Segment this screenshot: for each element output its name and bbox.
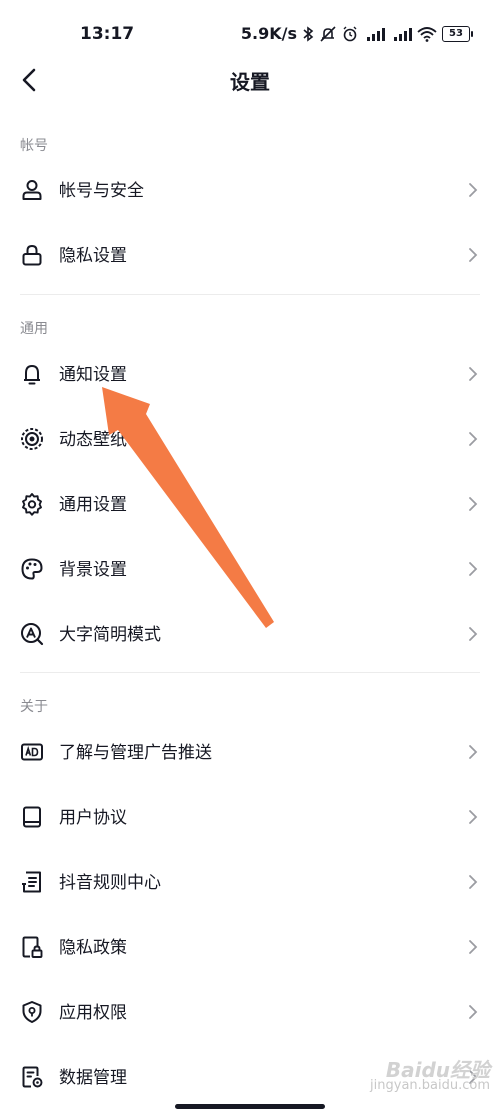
settings-item-label: 背景设置 xyxy=(59,560,127,580)
settings-item-label: 抖音规则中心 xyxy=(59,873,161,893)
settings-item-label: 通知设置 xyxy=(59,365,127,385)
section-label-account: 帐号 xyxy=(20,138,48,154)
settings-item-label: 大字简明模式 xyxy=(59,625,161,645)
settings-item-label: 动态壁纸 xyxy=(59,430,127,450)
network-speed: 5.9K/s xyxy=(240,24,297,43)
home-indicator[interactable] xyxy=(175,1104,325,1109)
settings-item-large-font-mode[interactable]: 大字简明模式 xyxy=(0,602,500,666)
shield-icon xyxy=(22,1001,42,1023)
chevron-right-icon xyxy=(469,810,478,824)
chevron-right-icon xyxy=(469,745,478,759)
privacy-doc-icon xyxy=(22,936,43,958)
section-divider xyxy=(20,294,480,295)
book-icon xyxy=(23,806,41,828)
lock-icon xyxy=(22,244,42,266)
gear-icon xyxy=(22,493,42,516)
settings-item-notifications[interactable]: 通知设置 xyxy=(0,342,500,406)
settings-item-label: 了解与管理广告推送 xyxy=(59,743,212,763)
settings-item-label: 隐私设置 xyxy=(59,246,127,266)
settings-item-rules-center[interactable]: 抖音规则中心 xyxy=(0,850,500,914)
live-wallpaper-icon xyxy=(21,428,43,450)
mute-icon xyxy=(320,25,336,42)
alarm-icon xyxy=(343,26,357,41)
person-icon xyxy=(22,180,42,200)
chevron-right-icon xyxy=(469,1005,478,1019)
settings-item-general-settings[interactable]: 通用设置 xyxy=(0,472,500,536)
settings-item-privacy-policy[interactable]: 隐私政策 xyxy=(0,915,500,979)
settings-item-app-permissions[interactable]: 应用权限 xyxy=(0,980,500,1044)
ad-icon xyxy=(21,743,43,761)
signal-2-icon xyxy=(394,27,412,41)
large-font-icon xyxy=(21,623,44,646)
settings-item-label: 用户协议 xyxy=(59,808,127,828)
section-label-about: 关于 xyxy=(20,699,48,715)
settings-item-label: 帐号与安全 xyxy=(59,181,144,201)
watermark-logo-text: Baidu经验 xyxy=(385,1058,490,1082)
section-label-general: 通用 xyxy=(20,321,48,337)
chevron-right-icon xyxy=(469,183,478,197)
navigation-bar: 设置 xyxy=(0,52,500,108)
settings-item-label: 隐私政策 xyxy=(59,938,127,958)
chevron-right-icon xyxy=(469,562,478,576)
settings-item-live-wallpaper[interactable]: 动态壁纸 xyxy=(0,407,500,471)
chevron-right-icon xyxy=(469,367,478,381)
settings-item-background-settings[interactable]: 背景设置 xyxy=(0,537,500,601)
settings-item-ad-management[interactable]: 了解与管理广告推送 xyxy=(0,720,500,784)
data-manage-icon xyxy=(22,1066,43,1088)
chevron-right-icon xyxy=(469,248,478,262)
page-title: 设置 xyxy=(230,70,270,94)
battery-indicator: 53 xyxy=(442,25,473,42)
watermark-url: jingyan.baidu.com xyxy=(370,1078,490,1093)
section-divider xyxy=(20,672,480,673)
signal-1-icon xyxy=(367,27,385,41)
settings-item-user-agreement[interactable]: 用户协议 xyxy=(0,785,500,849)
settings-item-label: 数据管理 xyxy=(59,1068,127,1088)
document-list-icon xyxy=(22,871,41,893)
chevron-right-icon xyxy=(469,432,478,446)
chevron-right-icon xyxy=(469,497,478,511)
chevron-right-icon xyxy=(469,940,478,954)
palette-icon xyxy=(21,558,43,580)
settings-item-account-security[interactable]: 帐号与安全 xyxy=(0,158,500,222)
wifi-icon xyxy=(417,26,437,42)
settings-item-label: 应用权限 xyxy=(59,1003,127,1023)
settings-item-privacy-settings[interactable]: 隐私设置 xyxy=(0,223,500,287)
status-indicators: 5.9K/s 53 xyxy=(240,24,473,43)
chevron-right-icon xyxy=(469,627,478,641)
status-time: 13:17 xyxy=(80,24,135,44)
bell-icon xyxy=(24,365,40,385)
settings-item-label: 通用设置 xyxy=(59,495,127,515)
bluetooth-icon xyxy=(303,25,314,42)
chevron-right-icon xyxy=(469,875,478,889)
baidu-watermark: Baidu经验 jingyan.baidu.com xyxy=(370,1058,490,1093)
